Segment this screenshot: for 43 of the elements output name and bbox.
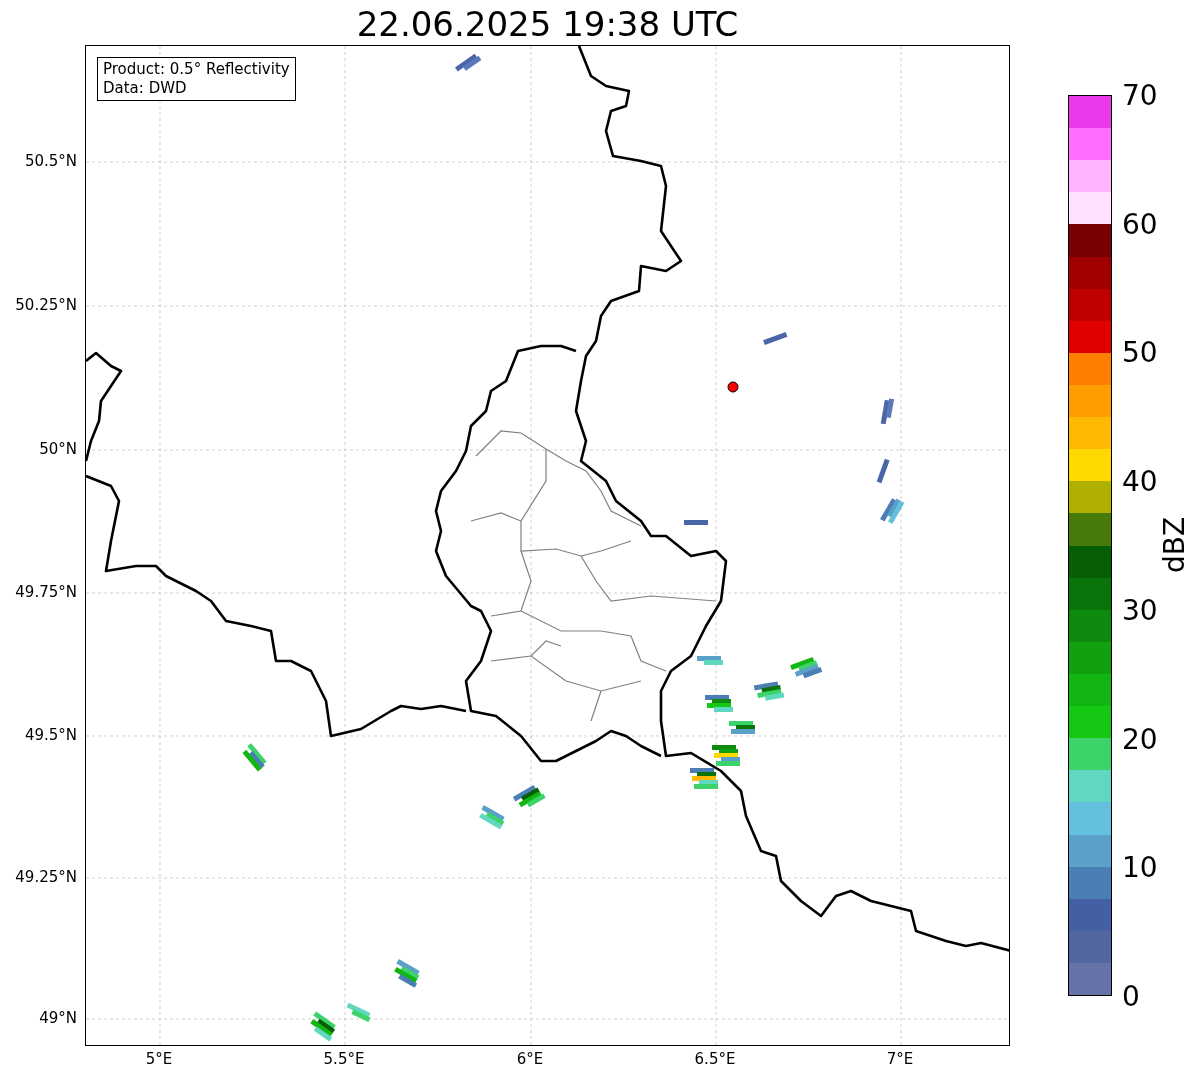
- latitude-label: 49.25°N: [15, 868, 77, 886]
- info-text: Data: DWD: [103, 79, 188, 98]
- scale-tick-label: 20: [1122, 722, 1158, 756]
- scale-tick-label: 10: [1122, 850, 1158, 884]
- radar-echo: [763, 332, 788, 345]
- latitude-label: 49°N: [39, 1009, 77, 1027]
- radar-echo: [705, 695, 733, 712]
- info-text: Product: 0.5° Reflectivity: [103, 60, 290, 79]
- latitude-label: 50.25°N: [15, 296, 77, 314]
- radar-echo: [242, 743, 267, 772]
- scale-tick-label: 60: [1122, 207, 1158, 241]
- radar-echo: [346, 1002, 371, 1022]
- radar-echo: [454, 53, 482, 72]
- longitude-label: 7°E: [886, 1050, 914, 1068]
- latitude-label: 49.5°N: [24, 726, 77, 744]
- scale-tick-label: 50: [1122, 335, 1158, 369]
- latitude-label: 49.75°N: [15, 583, 77, 601]
- scale-tick-label: 40: [1122, 464, 1158, 498]
- scale-tick-label: 30: [1122, 593, 1158, 627]
- longitude-label: 6.5°E: [694, 1050, 736, 1068]
- plot-title: 22.06.2025 19:38 UTC: [355, 3, 740, 45]
- radar-echo: [880, 398, 895, 425]
- scale-tick-label: 70: [1122, 78, 1158, 112]
- radar-echo: [394, 959, 420, 988]
- longitude-label: 5.5°E: [323, 1050, 365, 1068]
- radar-echo: [697, 656, 723, 665]
- radar-site-marker: [727, 381, 739, 393]
- radar-echo: [712, 745, 740, 766]
- radar-echo: [753, 681, 785, 701]
- scale-tick-label: 0: [1122, 979, 1140, 1013]
- radar-echo: [690, 768, 718, 789]
- radar-echo: [880, 498, 905, 524]
- latitude-label: 50.5°N: [24, 152, 77, 170]
- radar-echo: [310, 1011, 336, 1042]
- longitude-label: 6°E: [516, 1050, 544, 1068]
- scale-unit-label: dBZ: [1157, 516, 1191, 574]
- latitude-label: 50°N: [39, 440, 77, 458]
- radar-echo: [479, 805, 505, 830]
- radar-echo: [512, 785, 546, 808]
- longitude-label: 5°E: [145, 1050, 173, 1068]
- radar-echo: [729, 721, 755, 734]
- radar-echo: [790, 657, 823, 679]
- radar-echo: [684, 520, 708, 525]
